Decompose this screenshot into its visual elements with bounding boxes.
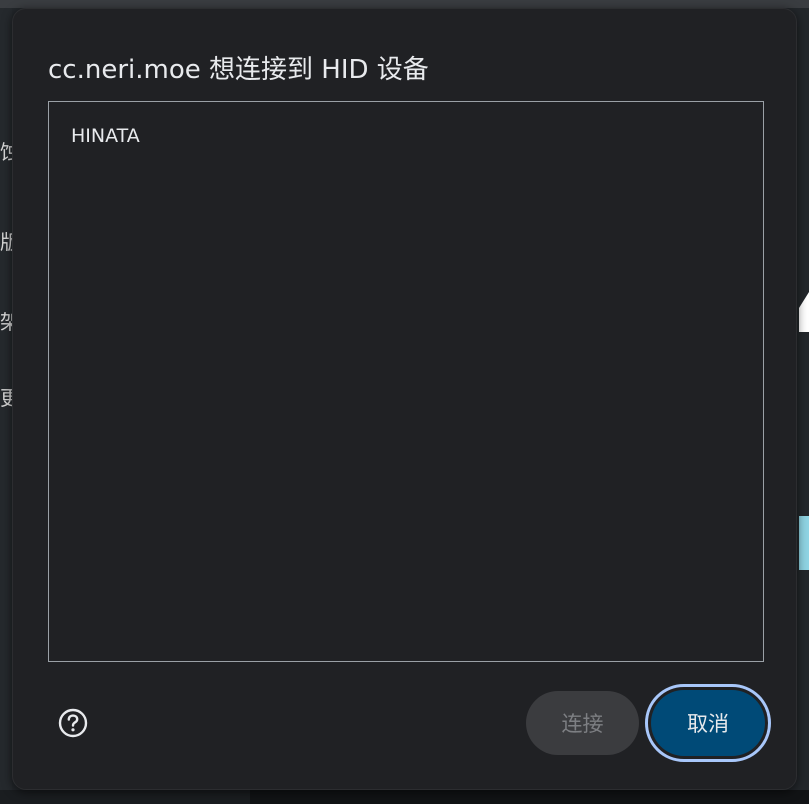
cancel-button-label: 取消: [651, 690, 765, 756]
backdrop-top-strip: [0, 0, 809, 8]
backdrop-sidebar-text: 更: [0, 386, 12, 410]
backdrop-sidebar-text: 架: [0, 310, 12, 334]
help-circle-icon[interactable]: [57, 707, 89, 739]
cancel-button[interactable]: 取消: [645, 684, 771, 762]
hid-permission-dialog: cc.neri.moe 想连接到 HID 设备 HINATA 连接 取消: [12, 8, 797, 790]
backdrop-accent-block: [799, 516, 809, 570]
connect-button[interactable]: 连接: [526, 691, 639, 755]
device-list[interactable]: HINATA: [48, 101, 764, 662]
dialog-title: cc.neri.moe 想连接到 HID 设备: [48, 55, 429, 85]
help-circle-icon-graphic: [58, 708, 88, 738]
backdrop-arrow-shape: [799, 292, 809, 332]
backdrop-bottom-shade: [250, 790, 809, 804]
device-list-item[interactable]: HINATA: [71, 125, 140, 147]
backdrop-sidebar-text: 版: [0, 230, 12, 254]
backdrop-sidebar-text: 蚀: [0, 140, 12, 164]
